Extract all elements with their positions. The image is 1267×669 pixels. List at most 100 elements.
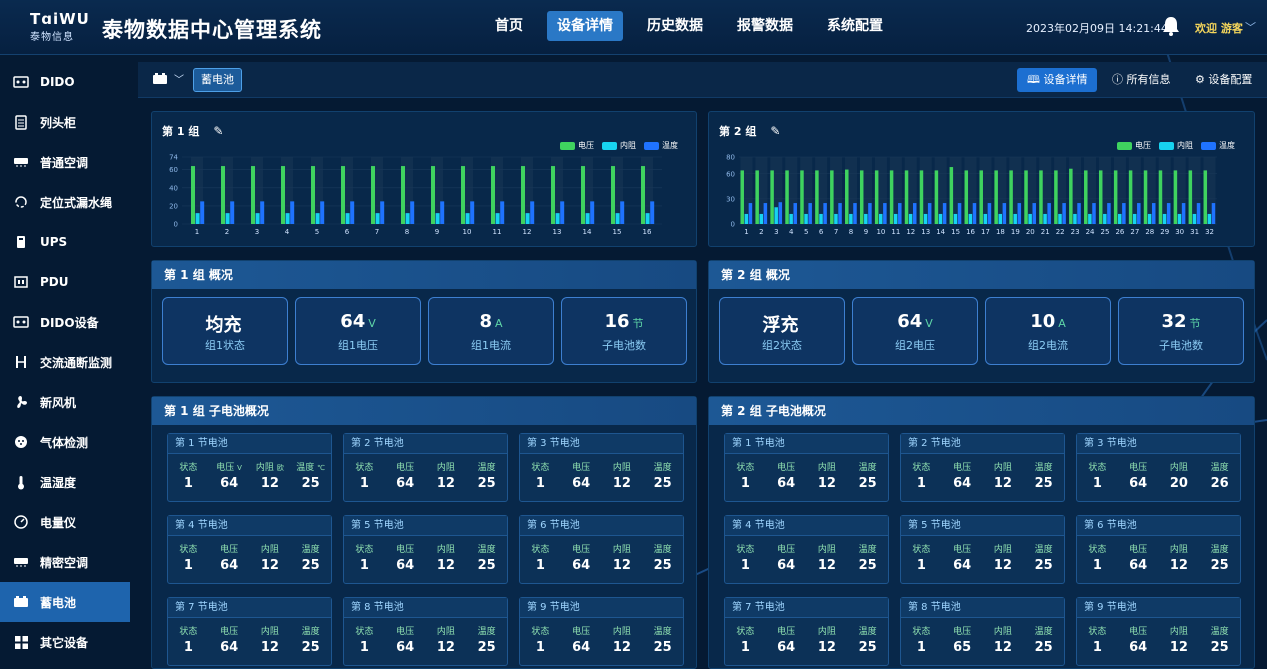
legend-temperature[interactable]: 温度 (1201, 140, 1235, 151)
cell-metric-value: 1 (916, 640, 926, 655)
cell-metric: 状态 1 (725, 542, 765, 573)
cell-metric-label: 温度 (477, 627, 496, 637)
sidebar-item-ups[interactable]: UPS (0, 222, 130, 262)
cell-metric: 温度 25 (1024, 624, 1064, 655)
bar-voltage (1084, 170, 1088, 224)
sidebar-item-battery[interactable]: 蓄电池 (0, 582, 130, 622)
sidebar-item-air-conditioner[interactable]: 普通空调 (0, 142, 130, 182)
y-tick-label: 80 (726, 154, 735, 162)
bar-resistance (1028, 213, 1032, 224)
cell-metric-label: 温度 (1210, 463, 1229, 473)
bar-temperature (853, 203, 857, 224)
welcome-user[interactable]: 欢迎 游客 (1195, 20, 1243, 36)
bar-voltage (934, 170, 939, 224)
sidebar-item-pdu[interactable]: PDU (0, 262, 130, 302)
cell-metric-label: 内阻 (260, 627, 279, 637)
nav-device-detail[interactable]: 设备详情 (547, 11, 623, 41)
device-config-button[interactable]: ⚙ 设备配置 (1195, 68, 1252, 92)
cell-metric-label: 温度 (1210, 627, 1229, 637)
x-tick-label: 13 (921, 228, 930, 236)
device-type-dropdown[interactable]: ﹀ (152, 71, 184, 86)
x-tick-label: 14 (583, 228, 592, 236)
all-info-button[interactable]: ⓘ 所有信息 (1112, 68, 1171, 92)
bar-temperature (778, 202, 783, 224)
chart-title-text: 第 1 组 (162, 125, 200, 138)
sidebar-item-fresh-air-fan[interactable]: 新风机 (0, 382, 130, 422)
sidebar-item-dido-device[interactable]: DIDO设备 (0, 302, 130, 342)
nav-alarms[interactable]: 报警数据 (727, 11, 803, 41)
legend-resistance[interactable]: 内阻 (602, 140, 636, 151)
bar-resistance (1207, 213, 1212, 224)
bar-resistance (1058, 213, 1062, 224)
x-tick-label: 3 (774, 228, 778, 236)
cell-metric-value: 1 (1092, 640, 1102, 655)
chevron-down-icon[interactable]: ﹀ (1245, 19, 1256, 35)
stat-label: 组2电压 (895, 339, 935, 352)
legend-temperature[interactable]: 温度 (644, 140, 678, 151)
cell-metric-value: 12 (993, 640, 1012, 655)
bar-temperature (1092, 203, 1096, 224)
cell-metric: 电压 64 (766, 624, 806, 655)
bar-voltage (491, 166, 495, 224)
nav-home[interactable]: 首页 (485, 11, 533, 41)
cell-metric-label: 状态 (179, 627, 198, 637)
bar-voltage (800, 170, 804, 224)
stat-card-cell-count: 16 节子电池数 (561, 297, 687, 365)
cell-values: 状态 1 电压 64 内阻 12 温度 25 (901, 454, 1064, 491)
sidebar-item-label: 气体检测 (40, 435, 89, 450)
sidebar-item-ac-monitor[interactable]: 交流通断监测 (0, 342, 130, 382)
cell-metric-label: 内阻 (612, 627, 631, 637)
x-tick-label: 11 (891, 228, 900, 236)
battery-cell-card: 第 4 节电池 状态 1 电压 64 内阻 12 温度 25 (724, 515, 889, 584)
x-tick-label: 22 (1056, 228, 1065, 236)
sidebar-item-power-meter[interactable]: 电量仪 (0, 502, 130, 542)
bar-resistance (1177, 213, 1182, 224)
edit-icon[interactable]: ✎ (213, 124, 223, 138)
cell-metric-label: 温度 (653, 627, 672, 637)
device-detail-button[interactable]: 🕮︎ 设备详情 (1017, 68, 1098, 92)
sidebar-item-label: 蓄电池 (40, 595, 77, 610)
x-tick-label: 32 (1205, 228, 1214, 236)
sidebar-item-temp-humidity[interactable]: 温湿度 (0, 462, 130, 502)
bar-resistance (1147, 213, 1152, 224)
cell-metric-label: 温度 (1034, 463, 1053, 473)
cell-metric-value: 1 (359, 476, 369, 491)
cabinet-icon (12, 114, 30, 130)
cell-values: 状态 1 电压 64 内阻 12 温度 25 (1077, 536, 1240, 573)
legend-voltage[interactable]: 电压 (1117, 140, 1151, 151)
cell-metric-unit: ℃ (317, 464, 325, 472)
nav-history[interactable]: 历史数据 (637, 11, 713, 41)
bar-temperature (1017, 203, 1022, 224)
legend-resistance[interactable]: 内阻 (1159, 140, 1193, 151)
cell-metric-label: 状态 (912, 463, 931, 473)
gear-icon: ⚙ (1195, 73, 1205, 86)
cell-values: 状态 1 电压 64 内阻 12 温度 25 (725, 454, 888, 491)
cell-metric-label: 电压 (572, 463, 591, 473)
sidebar-item-cabinet[interactable]: 列头柜 (0, 102, 130, 142)
cell-metric: 电压 64 (561, 542, 601, 573)
cell-metric: 内阻 20 (1159, 460, 1199, 491)
logo: TɑiWU 泰物信息 (30, 11, 92, 43)
x-tick-label: 9 (864, 228, 868, 236)
cell-title: 第 2 节电池 (901, 434, 1064, 454)
cell-title: 第 2 节电池 (344, 434, 507, 454)
sidebar-item-other-devices[interactable]: 其它设备 (0, 622, 130, 662)
cell-metric-label: 状态 (1088, 545, 1107, 555)
cell-metric-label: 温度 (301, 545, 320, 555)
sidebar-item-precision-ac[interactable]: 精密空调 (0, 542, 130, 582)
bar-temperature (1196, 203, 1201, 224)
edit-icon[interactable]: ✎ (770, 124, 780, 138)
sidebar-item-gas-detection[interactable]: 气体检测 (0, 422, 130, 462)
chevron-down-icon: ﹀ (174, 75, 184, 86)
x-tick-label: 7 (375, 228, 379, 236)
sidebar-item-water-leak[interactable]: 定位式漏水绳 (0, 182, 130, 222)
cell-values: 状态 1 电压 64 内阻 12 温度 25 (520, 618, 683, 655)
device-tag[interactable]: 蓄电池 (193, 68, 242, 92)
stat-label: 组1电压 (338, 339, 378, 352)
legend-voltage[interactable]: 电压 (560, 140, 594, 151)
nav-system-config[interactable]: 系统配置 (817, 11, 893, 41)
bell-icon[interactable] (1160, 15, 1182, 37)
cell-metric: 状态 1 (168, 460, 208, 491)
sidebar-item-dido[interactable]: DIDO (0, 62, 130, 102)
cell-metric-label: 内阻 (993, 545, 1012, 555)
